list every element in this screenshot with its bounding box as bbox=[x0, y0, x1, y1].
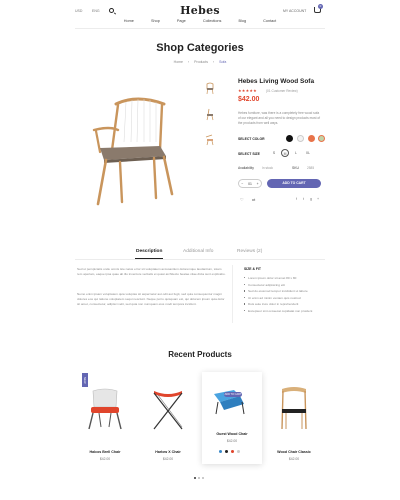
reviews-link[interactable]: (01 Customer Review) bbox=[266, 89, 298, 93]
page-title: Shop Categories bbox=[156, 42, 244, 54]
cart-count-badge: 0 bbox=[318, 4, 323, 9]
recent-product-name-4[interactable]: Wood Chair Classic bbox=[259, 450, 329, 454]
recent-product-price-1: $42.00 bbox=[99, 457, 111, 461]
qty-plus[interactable]: + bbox=[257, 182, 259, 186]
select-size-label: SELECT SIZE bbox=[238, 152, 260, 156]
facebook-icon[interactable]: f bbox=[296, 197, 297, 201]
thumbnail-list bbox=[204, 80, 216, 158]
breadcrumb: Home › Products › Sofa bbox=[173, 60, 227, 64]
twitter-icon[interactable]: t bbox=[303, 197, 304, 201]
recent-products-title: Recent Products bbox=[168, 350, 232, 359]
color-swatch-orange[interactable] bbox=[308, 135, 315, 142]
recent-product-name-1[interactable]: Halcos Brell Chair bbox=[70, 450, 140, 454]
share-icon[interactable]: + bbox=[317, 197, 319, 201]
header-divider bbox=[75, 28, 325, 29]
qty-minus[interactable]: − bbox=[241, 182, 243, 186]
product-title: Hebes Living Wood Sofa bbox=[238, 78, 315, 85]
spec-item: Lorem ipsum dolor sit amet 80 x 80 bbox=[244, 276, 329, 280]
spec-item: Ut enim ad minim veniam quis nostrud bbox=[244, 296, 329, 300]
active-tab-indicator bbox=[135, 258, 163, 259]
spec-list: Lorem ipsum dolor sit amet 80 x 80 Conse… bbox=[244, 276, 329, 316]
recent-product-image-3[interactable] bbox=[210, 386, 254, 416]
sku-label: SKU bbox=[292, 166, 299, 170]
spec-item: Sed do eiusmod tempor incididunt ut labo… bbox=[244, 289, 329, 293]
recent-product-name-3[interactable]: Guest Wood Chair bbox=[197, 432, 267, 436]
sku-value: 2585 bbox=[307, 166, 315, 170]
product-description: Hebes furniture, was there is a complete… bbox=[238, 111, 321, 125]
carousel-dot-3[interactable] bbox=[202, 477, 204, 479]
color-dot-grey[interactable] bbox=[237, 450, 240, 453]
tab-reviews[interactable]: Reviews (2) bbox=[237, 249, 262, 254]
color-dot-blue[interactable] bbox=[219, 450, 222, 453]
add-to-cart-button[interactable]: ADD TO CART bbox=[267, 179, 321, 188]
quantity-stepper[interactable]: − 01 + bbox=[238, 179, 262, 188]
breadcrumb-products[interactable]: Products bbox=[194, 60, 208, 64]
google-icon[interactable]: g bbox=[310, 197, 312, 201]
recent-product-price-2: $42.00 bbox=[162, 457, 174, 461]
color-swatch-black[interactable] bbox=[286, 135, 293, 142]
recent-product-name-2[interactable]: Harlow X Chair bbox=[133, 450, 203, 454]
breadcrumb-home[interactable]: Home bbox=[174, 60, 183, 64]
spec-title: SIZE & FIT bbox=[244, 267, 261, 271]
tab-description[interactable]: Description bbox=[136, 249, 162, 254]
main-nav: Home Shop Page Collections Blog Contact bbox=[0, 19, 400, 23]
spec-item: Duis aute irure dolor in reprehenderit bbox=[244, 302, 329, 306]
logo[interactable]: Hebes bbox=[0, 4, 400, 17]
recent-product-price-4: $42.00 bbox=[288, 457, 300, 461]
color-dot-red[interactable] bbox=[231, 450, 234, 453]
thumbnail-1[interactable] bbox=[204, 80, 216, 96]
color-swatch-green[interactable] bbox=[318, 135, 325, 142]
spec-item: Consectetur adipisicing elit bbox=[244, 283, 329, 287]
breadcrumb-current: Sofa bbox=[219, 60, 227, 64]
select-color-label: SELECT COLOR bbox=[238, 137, 265, 141]
recent-product-price-3: $42.00 bbox=[226, 439, 238, 443]
description-paragraph-2: Nemo enim ipsam voluptatem quia voluptas… bbox=[77, 292, 225, 306]
top-bar: USD ENG Hebes MY ACCOUNT 0 bbox=[0, 0, 400, 30]
description-paragraph-1: Sed ut perspiciatis unde omnis iste natu… bbox=[77, 267, 226, 276]
nav-page[interactable]: Page bbox=[177, 19, 186, 23]
spec-item: Excepteur sint occaecat cupidatat non pr… bbox=[244, 309, 329, 313]
carousel-dot-1[interactable] bbox=[194, 477, 196, 479]
product-price: $42.00 bbox=[238, 96, 260, 103]
size-option-m[interactable]: M bbox=[281, 149, 289, 157]
qty-value: 01 bbox=[248, 181, 252, 186]
availability-value: In stock bbox=[262, 166, 273, 170]
quick-add-to-cart-button[interactable]: ADD TO CART bbox=[224, 392, 242, 397]
product-main-image bbox=[92, 97, 174, 206]
recent-product-image-4[interactable] bbox=[274, 385, 314, 433]
size-option-s[interactable]: S bbox=[270, 149, 278, 157]
thumbnail-3[interactable] bbox=[204, 132, 216, 148]
description-separator bbox=[232, 265, 233, 323]
nav-home[interactable]: Home bbox=[124, 19, 134, 23]
tab-additional-info[interactable]: Additional Info bbox=[183, 249, 213, 254]
color-swatch-white[interactable] bbox=[297, 135, 304, 142]
nav-collections[interactable]: Collections bbox=[203, 19, 222, 23]
compare-icon[interactable]: ⇄ bbox=[252, 197, 255, 202]
availability-label: Availability bbox=[238, 166, 254, 170]
color-dot-black[interactable] bbox=[225, 450, 228, 453]
rating-stars: ★★★★★ bbox=[238, 88, 257, 93]
recent-product-image-2[interactable] bbox=[148, 385, 188, 433]
recent-product-image-1[interactable] bbox=[85, 385, 125, 433]
my-account-link[interactable]: MY ACCOUNT bbox=[283, 9, 306, 13]
wishlist-heart-icon[interactable]: ♡ bbox=[240, 197, 244, 202]
size-option-xl[interactable]: XL bbox=[304, 149, 312, 157]
nav-shop[interactable]: Shop bbox=[151, 19, 160, 23]
carousel-dot-2[interactable] bbox=[198, 477, 200, 479]
nav-blog[interactable]: Blog bbox=[238, 19, 246, 23]
tabs-divider bbox=[75, 259, 325, 260]
nav-contact[interactable]: Contact bbox=[263, 19, 276, 23]
thumbnail-2[interactable] bbox=[204, 106, 216, 122]
size-option-l[interactable]: L bbox=[292, 149, 300, 157]
